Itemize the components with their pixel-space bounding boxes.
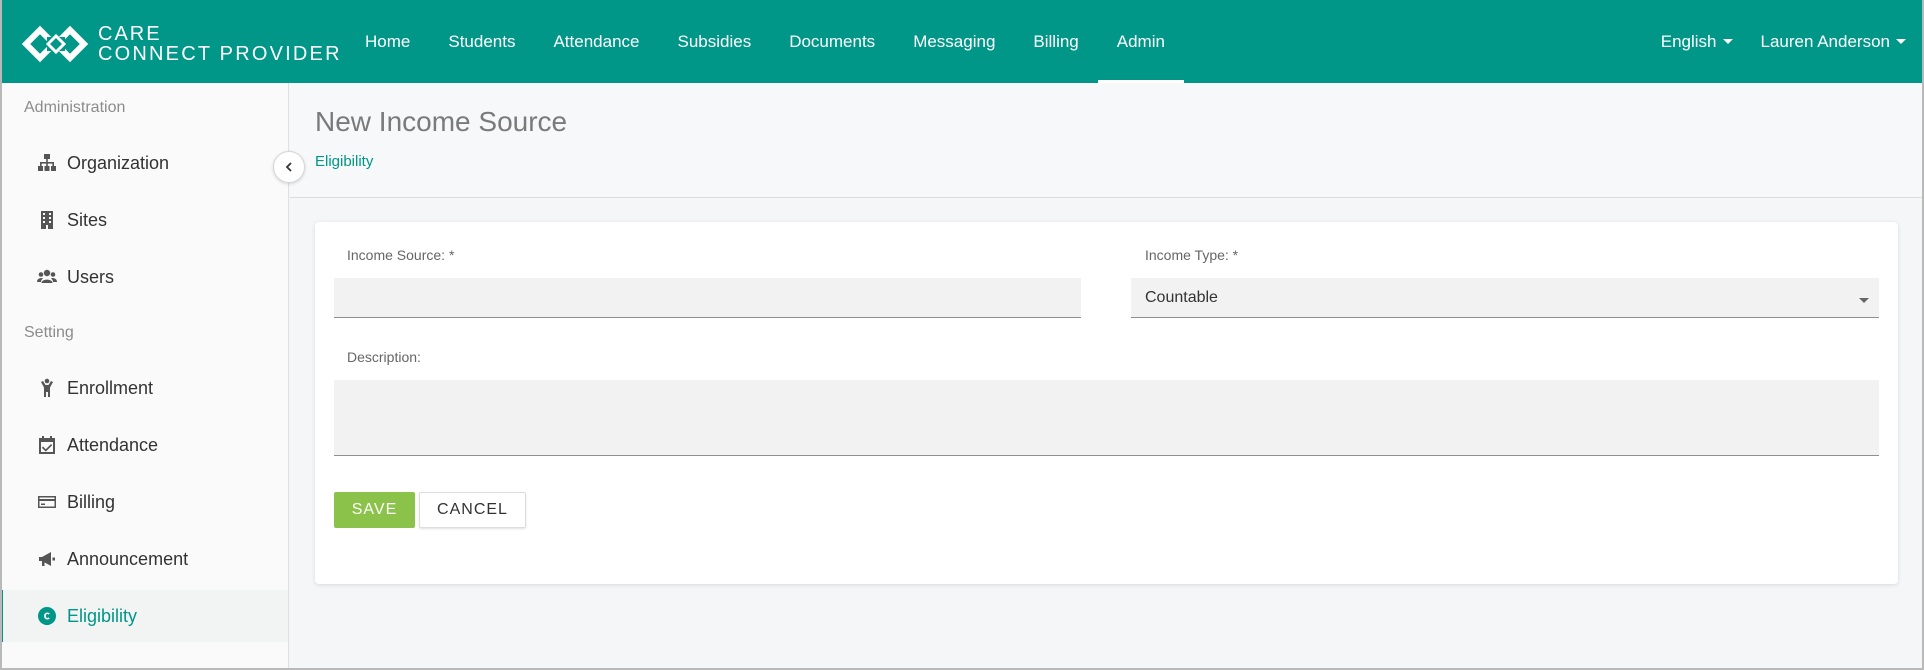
bullhorn-icon [36, 548, 58, 570]
sidebar-item-users[interactable]: Users [0, 251, 288, 303]
income-type-select[interactable]: Countable [1131, 278, 1879, 318]
credit-card-icon [36, 491, 58, 513]
sidebar-item-label: Eligibility [67, 605, 138, 626]
description-label: Description: [347, 349, 421, 365]
brand-line-2: CONNECT PROVIDER [98, 43, 342, 65]
language-dropdown[interactable]: English [1661, 32, 1733, 52]
brand-line-1: CARE [98, 23, 162, 45]
sidebar-item-label: Users [67, 266, 115, 287]
child-icon [36, 377, 58, 399]
cancel-button[interactable]: CANCEL [419, 492, 526, 528]
sidebar-item-eligibility[interactable]: Eligibility [0, 590, 288, 642]
nav-admin[interactable]: Admin [1097, 0, 1185, 83]
brand-text: CARE CONNECT PROVIDER [98, 24, 342, 64]
sidebar-item-enrollment[interactable]: Enrollment [0, 362, 288, 414]
sidebar-item-announcement[interactable]: Announcement [0, 533, 288, 585]
income-type-value: Countable [1145, 288, 1218, 306]
breadcrumb-eligibility[interactable]: Eligibility [315, 153, 373, 170]
sidebar-item-label: Enrollment [67, 377, 154, 398]
sidebar-item-label: Attendance [67, 434, 159, 455]
page-header: New Income Source Eligibility [290, 83, 1922, 198]
income-source-form-card: Income Source: * Income Type: * Countabl… [315, 222, 1898, 584]
sidebar-section-setting: Setting [24, 324, 74, 341]
sidebar-item-label: Sites [67, 209, 108, 230]
sidebar-item-label: Announcement [67, 548, 189, 569]
sidebar-item-organization[interactable]: Organization [0, 137, 288, 189]
user-menu-dropdown[interactable]: Lauren Anderson [1760, 31, 1906, 52]
main-nav: Home Students Attendance Subsidies Docum… [346, 0, 1185, 83]
nav-documents[interactable]: Documents [770, 0, 894, 83]
sidebar-item-billing[interactable]: Billing [0, 476, 288, 528]
users-icon [36, 266, 58, 288]
chevron-down-icon [1722, 39, 1733, 44]
nav-billing[interactable]: Billing [1014, 0, 1097, 83]
sidebar-item-sites[interactable]: Sites [0, 194, 288, 246]
language-label: English [1660, 31, 1717, 51]
page-title: New Income Source [315, 106, 568, 137]
user-name: Lauren Anderson [1760, 31, 1891, 51]
nav-students[interactable]: Students [429, 0, 534, 83]
income-source-label: Income Source: * [347, 247, 455, 263]
copyright-icon [36, 605, 58, 627]
nav-attendance[interactable]: Attendance [534, 0, 658, 83]
description-textarea[interactable] [334, 380, 1879, 456]
income-type-label: Income Type: * [1145, 247, 1239, 263]
sidebar-item-label: Billing [67, 491, 116, 512]
chevron-down-icon [1896, 39, 1906, 44]
sitemap-icon [36, 152, 58, 174]
sidebar: Administration Organization Sites Users … [0, 83, 289, 670]
nav-right: English Lauren Anderson [1633, 0, 1906, 83]
care-connect-logo-icon [21, 25, 89, 63]
brand-logo[interactable]: CARE CONNECT PROVIDER [20, 24, 342, 64]
top-navbar: CARE CONNECT PROVIDER Home Students Atte… [0, 0, 1924, 83]
chevron-down-icon [1859, 298, 1869, 303]
building-icon [36, 209, 58, 231]
income-source-input[interactable] [334, 278, 1081, 318]
sidebar-collapse-button[interactable] [273, 151, 305, 183]
sidebar-item-label: Organization [67, 152, 170, 173]
chevron-left-icon [285, 162, 292, 172]
nav-home[interactable]: Home [346, 0, 429, 83]
nav-messaging[interactable]: Messaging [894, 0, 1014, 83]
nav-subsidies[interactable]: Subsidies [658, 0, 770, 83]
calendar-check-icon [36, 434, 58, 456]
sidebar-section-administration: Administration [24, 99, 126, 116]
sidebar-item-attendance[interactable]: Attendance [0, 419, 288, 471]
save-button[interactable]: SAVE [334, 492, 415, 528]
